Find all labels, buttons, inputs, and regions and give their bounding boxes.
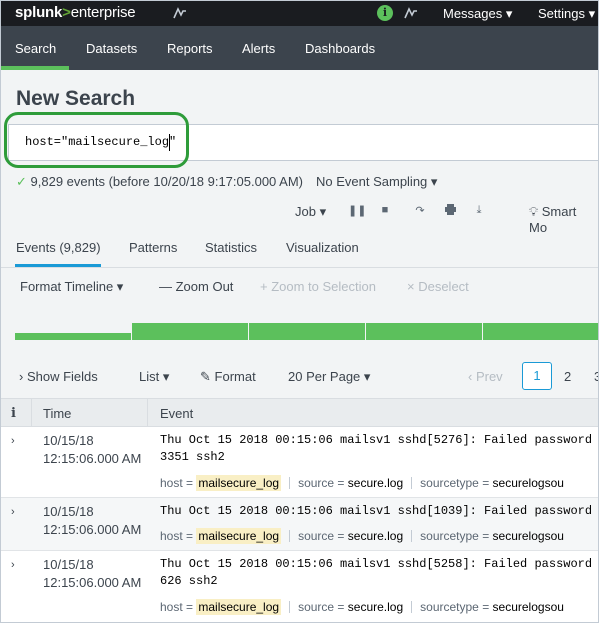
zoom-out-button[interactable]: — Zoom Out: [159, 279, 233, 294]
per-page-menu[interactable]: 20 Per Page ▾: [288, 369, 370, 385]
events-table-header: i Time Event: [1, 398, 598, 427]
event-raw-text: Thu Oct 15 2018 00:15:06 mailsv1 sshd[10…: [160, 504, 593, 518]
event-raw-text: Thu Oct 15 2018 00:15:06 mailsv1 sshd[52…: [160, 433, 593, 464]
source-field-value[interactable]: secure.log: [348, 529, 403, 543]
host-field-value[interactable]: mailsecure_log: [196, 475, 282, 491]
annotation-highlight-ring: [4, 112, 189, 168]
splunk-logo[interactable]: splunk>enterprise: [15, 4, 136, 21]
event-fields: host = mailsecure_log source = secure.log…: [160, 528, 564, 544]
splunk-window: splunk>enterprise i Messages ▾ Settings …: [0, 0, 599, 623]
format-timeline-menu[interactable]: Format Timeline ▾: [20, 279, 123, 295]
messages-menu[interactable]: Messages ▾: [443, 6, 512, 22]
checkmark-icon: ✓: [16, 174, 27, 189]
timeline-bar[interactable]: [366, 323, 482, 340]
expand-chevron-icon[interactable]: ›: [11, 559, 15, 571]
export-icon[interactable]: ⤓: [472, 204, 486, 217]
info-icon[interactable]: i: [377, 5, 393, 21]
timeline-bar[interactable]: [15, 333, 131, 340]
tab-divider: [1, 267, 598, 268]
tab-events[interactable]: Events (9,829): [16, 240, 101, 255]
event-fields: host = mailsecure_log source = secure.log…: [160, 475, 564, 491]
search-mode-menu[interactable]: 💡︎ Smart Mo: [529, 204, 598, 235]
source-field-value[interactable]: secure.log: [348, 476, 403, 490]
timeline-bar[interactable]: [249, 323, 365, 340]
sourcetype-field-value[interactable]: securelogsou: [493, 600, 564, 614]
prev-page-button[interactable]: ‹ Prev: [468, 369, 503, 384]
host-field-value[interactable]: mailsecure_log: [196, 599, 282, 615]
activity-icon-right[interactable]: [404, 6, 418, 20]
time-column-header[interactable]: Time: [43, 406, 71, 421]
tab-visualization[interactable]: Visualization: [286, 240, 359, 255]
expand-chevron-icon[interactable]: ›: [11, 506, 15, 518]
timeline-bar[interactable]: [483, 323, 598, 340]
nav-tab-datasets[interactable]: Datasets: [86, 41, 137, 56]
page-title: New Search: [16, 87, 136, 110]
column-divider: [147, 399, 148, 427]
job-menu[interactable]: Job ▾: [295, 204, 326, 220]
pause-icon[interactable]: ❚❚: [348, 204, 366, 217]
show-fields-toggle[interactable]: › Show Fields: [19, 369, 98, 384]
pencil-icon: ✎: [200, 369, 211, 384]
chevron-right-icon: ›: [19, 369, 24, 384]
table-row: › 10/15/18 12:15:06.000 AM Thu Oct 15 20…: [1, 427, 598, 498]
nav-tab-alerts[interactable]: Alerts: [242, 41, 275, 56]
timeline-bar[interactable]: [132, 323, 248, 340]
format-menu[interactable]: ✎ Format: [200, 369, 256, 385]
tab-statistics[interactable]: Statistics: [205, 240, 257, 255]
zoom-to-selection-button[interactable]: + Zoom to Selection: [260, 279, 376, 294]
nav-tab-dashboards[interactable]: Dashboards: [305, 41, 375, 56]
info-column-header: i: [11, 406, 16, 421]
event-raw-text: Thu Oct 15 2018 00:15:06 mailsv1 sshd[52…: [160, 557, 593, 588]
bulb-icon: 💡︎: [529, 204, 539, 219]
stop-icon[interactable]: ■: [378, 204, 392, 216]
table-row: › 10/15/18 12:15:06.000 AM Thu Oct 15 20…: [1, 551, 598, 622]
event-count-status: ✓ 9,829 events (before 10/20/18 9:17:05.…: [16, 174, 303, 190]
active-tab-indicator: [1, 66, 69, 70]
event-timeline[interactable]: [15, 312, 598, 340]
deselect-button[interactable]: × Deselect: [407, 279, 469, 294]
host-field-value[interactable]: mailsecure_log: [196, 528, 282, 544]
source-field-value[interactable]: secure.log: [348, 600, 403, 614]
share-icon[interactable]: ↷: [413, 204, 427, 217]
app-nav: Search Datasets Reports Alerts Dashboard…: [1, 26, 598, 70]
column-divider: [31, 399, 32, 427]
nav-tab-search[interactable]: Search: [15, 41, 56, 56]
event-time[interactable]: 10/15/18 12:15:06.000 AM: [43, 556, 141, 592]
event-sampling-dropdown[interactable]: No Event Sampling ▾: [316, 174, 437, 190]
settings-menu[interactable]: Settings ▾: [538, 6, 595, 22]
page-1-button[interactable]: 1: [522, 362, 552, 390]
sourcetype-field-value[interactable]: securelogsou: [493, 476, 564, 490]
page-3-button[interactable]: 3: [594, 369, 598, 384]
nav-tab-reports[interactable]: Reports: [167, 41, 213, 56]
expand-chevron-icon[interactable]: ›: [11, 435, 15, 447]
top-bar: splunk>enterprise i Messages ▾ Settings …: [1, 1, 598, 26]
sourcetype-field-value[interactable]: securelogsou: [493, 529, 564, 543]
event-time[interactable]: 10/15/18 12:15:06.000 AM: [43, 503, 141, 539]
list-view-menu[interactable]: List ▾: [139, 369, 169, 385]
event-column-header: Event: [160, 406, 194, 421]
tab-patterns[interactable]: Patterns: [129, 240, 177, 255]
print-icon[interactable]: [443, 204, 457, 218]
table-row: › 10/15/18 12:15:06.000 AM Thu Oct 15 20…: [1, 498, 598, 551]
activity-icon[interactable]: [173, 6, 187, 20]
event-time[interactable]: 10/15/18 12:15:06.000 AM: [43, 432, 141, 468]
event-fields: host = mailsecure_log source = secure.log…: [160, 599, 564, 615]
event-count-text: 9,829 events (before 10/20/18 9:17:05.00…: [30, 174, 304, 189]
page-2-button[interactable]: 2: [564, 369, 571, 384]
